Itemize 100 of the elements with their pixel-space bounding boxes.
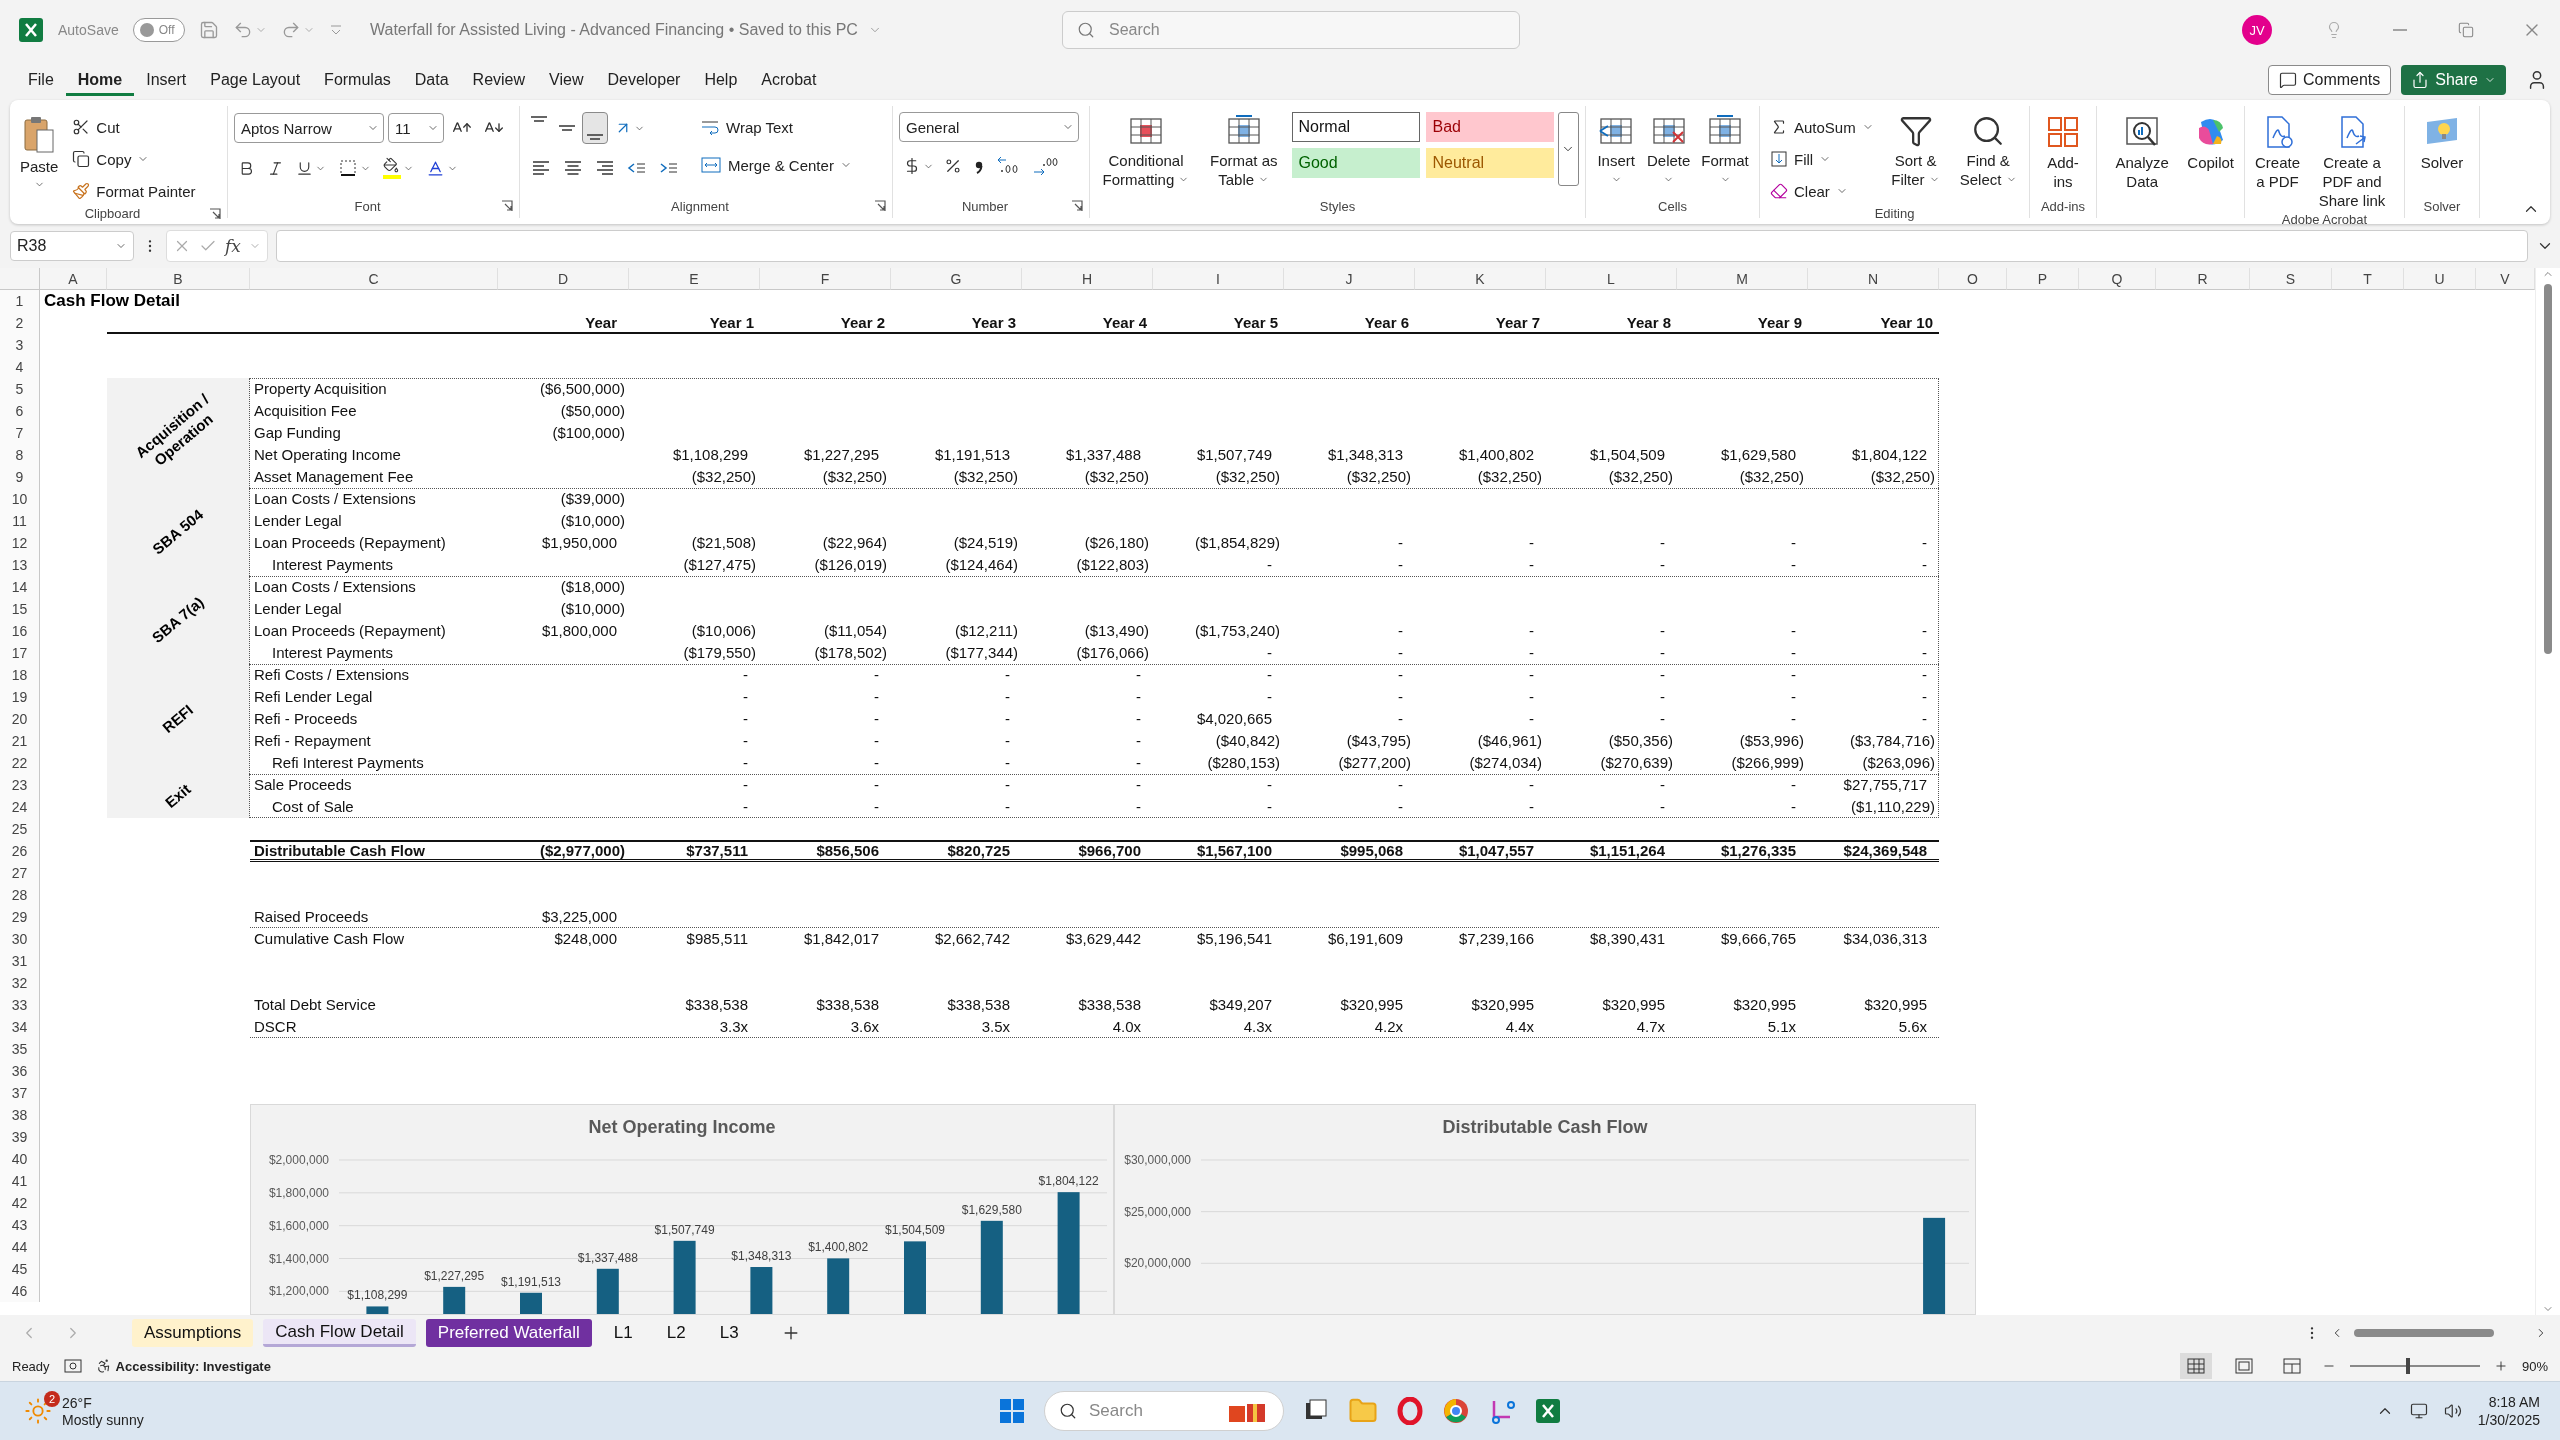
row-header[interactable]: 28 bbox=[0, 884, 40, 906]
ribbon-tab[interactable]: File bbox=[16, 64, 66, 96]
number-format-dropdown[interactable]: General bbox=[899, 112, 1079, 142]
row-header[interactable]: 12 bbox=[0, 532, 40, 554]
sheet-tab[interactable]: L3 bbox=[707, 1319, 751, 1347]
ribbon-tab[interactable]: View bbox=[537, 64, 596, 96]
row-header[interactable]: 7 bbox=[0, 422, 40, 444]
column-header[interactable]: U bbox=[2404, 268, 2476, 290]
cell-style-option[interactable]: Normal bbox=[1291, 112, 1420, 142]
cut-button[interactable]: Cut bbox=[68, 112, 200, 142]
row-header[interactable]: 15 bbox=[0, 598, 40, 620]
column-header[interactable]: R bbox=[2156, 268, 2250, 290]
column-header[interactable]: O bbox=[1939, 268, 2007, 290]
column-header[interactable]: F bbox=[760, 268, 891, 290]
row-header[interactable]: 40 bbox=[0, 1148, 40, 1170]
column-header[interactable]: K bbox=[1415, 268, 1546, 290]
ribbon-button[interactable]: Insert bbox=[1592, 112, 1641, 191]
row-header[interactable]: 37 bbox=[0, 1082, 40, 1104]
row-header[interactable]: 42 bbox=[0, 1192, 40, 1214]
view-button[interactable] bbox=[2179, 1353, 2212, 1379]
accessibility-status[interactable]: Accessibility: Investigate bbox=[115, 1358, 271, 1374]
column-header[interactable]: J bbox=[1284, 268, 1415, 290]
row-header[interactable]: 36 bbox=[0, 1060, 40, 1082]
column-header[interactable]: S bbox=[2250, 268, 2332, 290]
column-header[interactable]: H bbox=[1022, 268, 1153, 290]
ribbon-tab[interactable]: Home bbox=[65, 64, 135, 96]
ribbon-tab[interactable]: Insert bbox=[134, 64, 199, 96]
gallery-more-button[interactable] bbox=[1557, 112, 1579, 186]
row-header[interactable]: 13 bbox=[0, 554, 40, 576]
row-header[interactable]: 35 bbox=[0, 1038, 40, 1060]
paste-button[interactable]: Paste bbox=[16, 112, 63, 192]
row-header[interactable]: 20 bbox=[0, 708, 40, 730]
sheet-tab[interactable]: Preferred Waterfall bbox=[425, 1319, 592, 1347]
row-header[interactable]: 39 bbox=[0, 1126, 40, 1148]
ribbon-button[interactable]: Conditional Formatting bbox=[1096, 112, 1196, 191]
column-header[interactable]: G bbox=[891, 268, 1022, 290]
ribbon-button[interactable]: Sort & Filter bbox=[1883, 112, 1948, 191]
ribbon-button[interactable]: Create a PDF and Share link bbox=[2306, 112, 2398, 212]
row-header[interactable]: 31 bbox=[0, 950, 40, 972]
cell-style-option[interactable]: Neutral bbox=[1425, 148, 1554, 178]
ribbon-button[interactable]: Delete bbox=[1642, 112, 1696, 191]
row-header[interactable]: 14 bbox=[0, 576, 40, 598]
column-header[interactable]: C bbox=[250, 268, 498, 290]
vertical-align-button[interactable] bbox=[582, 112, 608, 144]
column-header[interactable]: N bbox=[1808, 268, 1939, 290]
row-header[interactable]: 24 bbox=[0, 796, 40, 818]
ribbon-button[interactable]: Create a PDF bbox=[2251, 112, 2305, 193]
column-header[interactable]: Q bbox=[2079, 268, 2156, 290]
cell-style-option[interactable]: Bad bbox=[1425, 112, 1554, 142]
row-header[interactable]: 29 bbox=[0, 906, 40, 928]
comments-button[interactable]: Comments bbox=[2267, 65, 2392, 95]
row-header[interactable]: 25 bbox=[0, 818, 40, 840]
clear-button[interactable]: Clear bbox=[1766, 176, 1878, 206]
taskbar-search-box[interactable]: Search bbox=[1044, 1391, 1284, 1431]
search-input[interactable]: Search bbox=[1107, 20, 1505, 40]
row-header[interactable]: 10 bbox=[0, 488, 40, 510]
column-header[interactable]: L bbox=[1546, 268, 1677, 290]
format-painter-button[interactable]: Format Painter bbox=[68, 176, 200, 206]
ribbon-button[interactable]: Format as Table bbox=[1200, 112, 1288, 191]
name-box[interactable]: R38 bbox=[10, 231, 134, 261]
row-header[interactable]: 30 bbox=[0, 928, 40, 950]
row-header[interactable]: 18 bbox=[0, 664, 40, 686]
taskbar-search-input[interactable]: Search bbox=[1087, 1400, 1215, 1422]
scrollbar-thumb[interactable] bbox=[2544, 284, 2552, 654]
column-header[interactable]: T bbox=[2332, 268, 2404, 290]
column-header[interactable]: A bbox=[40, 268, 107, 290]
row-header[interactable]: 23 bbox=[0, 774, 40, 796]
ribbon-tab[interactable]: Data bbox=[402, 64, 461, 96]
ribbon-button[interactable]: Copilot bbox=[2183, 112, 2238, 174]
ribbon-button[interactable]: Analyze Data bbox=[2103, 112, 2182, 193]
row-header[interactable]: 11 bbox=[0, 510, 40, 532]
ribbon-button[interactable]: Format bbox=[1697, 112, 1753, 191]
column-header[interactable]: D bbox=[498, 268, 629, 290]
row-header[interactable]: 19 bbox=[0, 686, 40, 708]
ribbon-tab[interactable]: Formulas bbox=[312, 64, 403, 96]
row-header[interactable]: 43 bbox=[0, 1214, 40, 1236]
row-header[interactable]: 27 bbox=[0, 862, 40, 884]
row-header[interactable]: 41 bbox=[0, 1170, 40, 1192]
column-header[interactable]: V bbox=[2476, 268, 2535, 290]
row-header[interactable]: 26 bbox=[0, 840, 40, 862]
font-name-dropdown[interactable]: Aptos Narrow bbox=[234, 113, 384, 143]
copy-button[interactable]: Copy bbox=[68, 144, 200, 174]
ribbon-button[interactable]: Add-ins bbox=[2036, 112, 2090, 193]
column-header[interactable]: M bbox=[1677, 268, 1808, 290]
row-header[interactable]: 17 bbox=[0, 642, 40, 664]
zoom-slider-thumb[interactable] bbox=[2406, 1358, 2411, 1374]
insert-function-button[interactable]: fx bbox=[225, 236, 241, 256]
row-header[interactable]: 4 bbox=[0, 356, 40, 378]
row-header[interactable]: 5 bbox=[0, 378, 40, 400]
cell-style-option[interactable]: Good bbox=[1291, 148, 1420, 178]
row-header[interactable]: 1 bbox=[0, 290, 40, 312]
ribbon-tab[interactable]: Help bbox=[692, 64, 750, 96]
column-header[interactable]: I bbox=[1153, 268, 1284, 290]
autosave-toggle[interactable]: Off bbox=[132, 18, 185, 42]
formula-input[interactable] bbox=[275, 230, 2528, 262]
ribbon-button[interactable]: Find & Select bbox=[1953, 112, 2023, 191]
column-header[interactable]: E bbox=[629, 268, 760, 290]
column-header[interactable]: P bbox=[2007, 268, 2079, 290]
autosum-button[interactable]: AutoSum bbox=[1766, 112, 1878, 142]
row-header[interactable]: 44 bbox=[0, 1236, 40, 1258]
